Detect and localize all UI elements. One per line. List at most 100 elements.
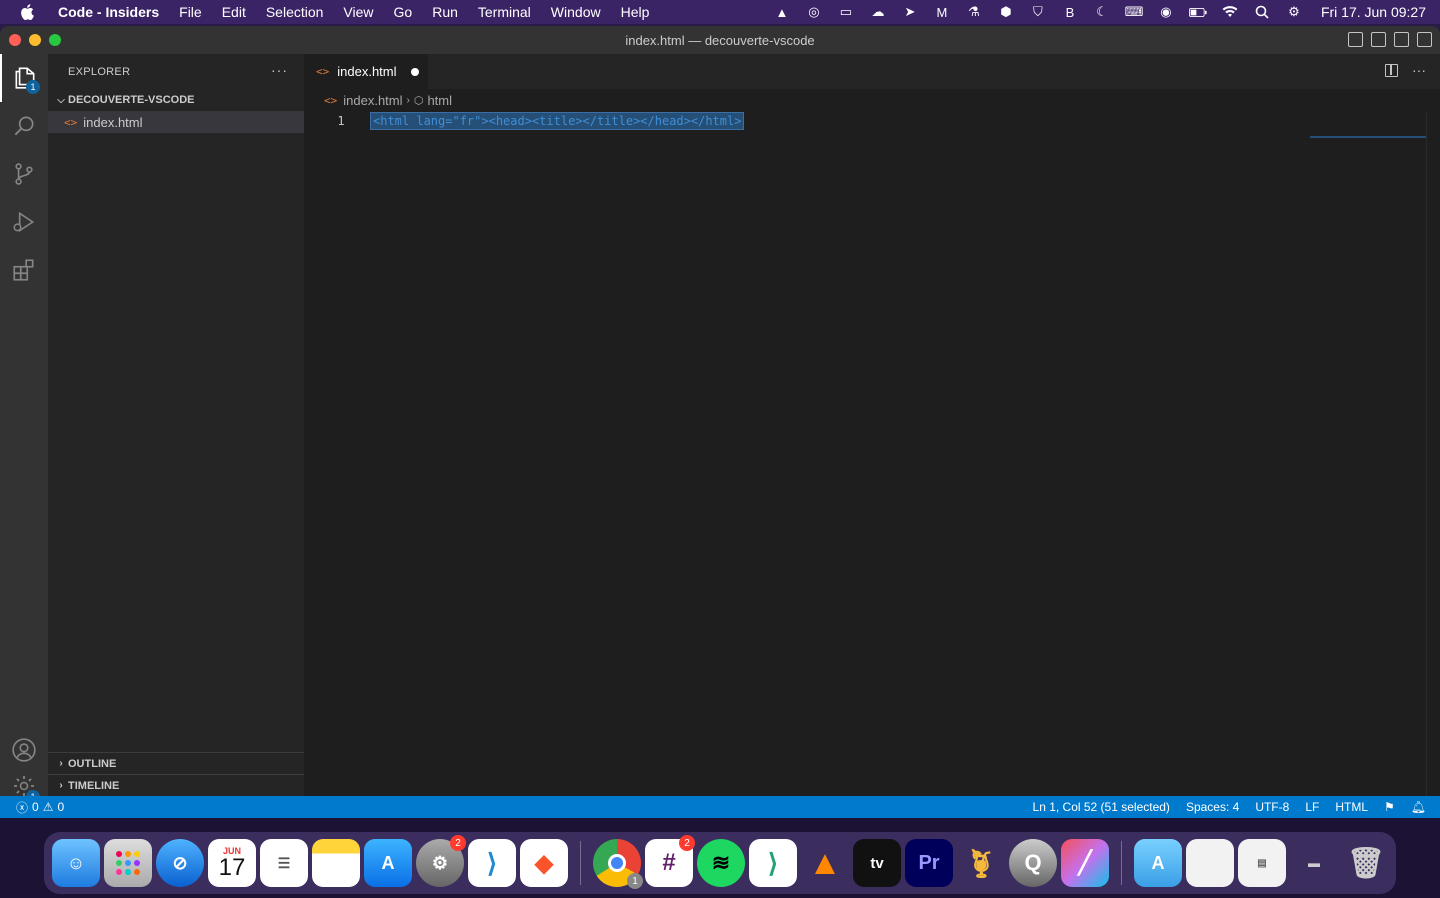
activity-run-debug[interactable]	[0, 198, 48, 246]
control-center-icon[interactable]: ⚙	[1285, 4, 1303, 20]
shield-icon[interactable]: ⛉	[1029, 4, 1047, 20]
menu-terminal[interactable]: Terminal	[478, 4, 531, 20]
cloud-icon[interactable]: ☁	[869, 4, 887, 20]
launchpad-icon[interactable]	[104, 839, 152, 887]
warning-count: 0	[57, 800, 65, 814]
slack-badge: 2	[679, 835, 695, 851]
menu-window[interactable]: Window	[551, 4, 601, 20]
app-menu-name[interactable]: Code - Insiders	[58, 4, 159, 20]
brave-icon[interactable]: ◆	[520, 839, 568, 887]
chrome-badge: 1	[627, 873, 643, 889]
paper-plane-icon[interactable]: ➤	[901, 4, 919, 20]
folder-section-header[interactable]: ⌵ DECOUVERTE-VSCODE	[48, 89, 304, 111]
menu-view[interactable]: View	[343, 4, 373, 20]
activity-explorer[interactable]: 1	[0, 54, 48, 102]
vlc-icon[interactable]: ▲	[801, 839, 849, 887]
feedback-icon[interactable]: ⚑	[1384, 800, 1395, 814]
tab-index-html[interactable]: <> index.html	[304, 54, 428, 89]
end-of-line[interactable]: LF	[1305, 800, 1319, 814]
chrome-window-icon[interactable]: ▬	[1290, 839, 1338, 887]
webp-file-icon[interactable]: ▤	[1238, 839, 1286, 887]
keyboard-icon[interactable]: ⌨	[1125, 4, 1144, 20]
system-preferences-badge: 2	[450, 835, 466, 851]
split-editor-icon[interactable]	[1385, 64, 1398, 77]
selected-text[interactable]: <html lang="fr"><head><title></title></h…	[370, 111, 745, 130]
problems-indicator[interactable]: ⓧ 0 ⚠ 0	[16, 799, 64, 816]
app-store-icon[interactable]: A	[364, 839, 412, 887]
applications-folder-icon[interactable]: A	[1134, 839, 1182, 887]
customize-layout-icon[interactable]	[1417, 32, 1432, 47]
battery-icon[interactable]	[1188, 4, 1207, 20]
more-actions-icon[interactable]: ···	[1412, 62, 1426, 78]
editor-scrollbar[interactable]	[1426, 111, 1440, 796]
creative-cloud-icon[interactable]: ◎	[805, 4, 823, 20]
chevron-right-icon: ›	[59, 758, 63, 769]
user-circle-icon[interactable]: ◉	[1157, 4, 1175, 20]
notifications-bell-icon[interactable]: 🔔︎	[1411, 800, 1426, 814]
file-tree-item[interactable]: <> index.html	[48, 111, 304, 133]
menu-help[interactable]: Help	[621, 4, 650, 20]
apple-tv-icon[interactable]: tv	[853, 839, 901, 887]
activity-manage[interactable]: 1	[0, 774, 48, 804]
menu-go[interactable]: Go	[394, 4, 413, 20]
zoom-window-button[interactable]	[49, 34, 61, 46]
hexagon-icon[interactable]: ⬢	[997, 4, 1015, 20]
trash-icon[interactable]: 🗑︎	[1342, 839, 1390, 887]
menu-file[interactable]: File	[179, 4, 202, 20]
calendar-icon[interactable]: JUN 17	[208, 839, 256, 887]
cursor-position[interactable]: Ln 1, Col 52 (51 selected)	[1033, 800, 1170, 814]
menu-selection[interactable]: Selection	[266, 4, 324, 20]
vscode-insiders-icon[interactable]: ⟩	[749, 839, 797, 887]
cocktail-app-icon[interactable]: 🍹︎	[957, 839, 1005, 887]
b-app-icon[interactable]: B	[1061, 4, 1079, 20]
unsaved-dot-icon[interactable]	[410, 67, 419, 76]
breadcrumb-file[interactable]: index.html	[343, 93, 402, 108]
code-text[interactable]: <html lang="fr"><head><title></title></h…	[370, 111, 745, 130]
activity-accounts[interactable]	[0, 726, 48, 774]
chrome-icon[interactable]: 1	[593, 839, 643, 889]
menu-edit[interactable]: Edit	[222, 4, 246, 20]
code-line[interactable]: 1 <html lang="fr"><head><title></title><…	[304, 111, 1440, 130]
breadcrumb-symbol[interactable]: html	[427, 93, 452, 108]
explorer-header: EXPLORER ···	[48, 54, 304, 89]
toggle-panel-icon[interactable]	[1371, 32, 1386, 47]
indentation[interactable]: Spaces: 4	[1186, 800, 1239, 814]
premiere-pro-icon[interactable]: Pr	[905, 839, 953, 887]
language-mode[interactable]: HTML	[1335, 800, 1368, 814]
spotify-icon[interactable]: ≋	[697, 839, 745, 887]
minimap-slider[interactable]	[1310, 136, 1426, 138]
safari-icon[interactable]: ⊘	[156, 839, 204, 887]
wifi-icon[interactable]	[1221, 4, 1239, 20]
timeline-section-header[interactable]: › TIMELINE	[48, 774, 304, 796]
calendar-day: 17	[218, 854, 246, 881]
notes-icon[interactable]	[312, 839, 360, 887]
reminders-icon[interactable]: ☰	[260, 839, 308, 887]
toggle-sidebar-icon[interactable]	[1348, 32, 1363, 47]
spotlight-search-icon[interactable]	[1253, 4, 1271, 20]
menubar-clock[interactable]: Fri 17. Jun 09:27	[1321, 4, 1426, 20]
moon-icon[interactable]: ☾	[1093, 4, 1111, 20]
finder-icon[interactable]: ☺	[52, 839, 100, 887]
system-preferences-icon[interactable]: ⚙ 2	[416, 835, 466, 887]
menu-run[interactable]: Run	[432, 4, 458, 20]
minimize-window-button[interactable]	[29, 34, 41, 46]
encoding[interactable]: UTF-8	[1255, 800, 1289, 814]
activity-search[interactable]	[0, 102, 48, 150]
feather-app-icon[interactable]: ╱	[1061, 839, 1109, 887]
flask-icon[interactable]: ⚗	[965, 4, 983, 20]
vlc-tray-icon[interactable]: ▲	[773, 4, 791, 20]
activity-source-control[interactable]	[0, 150, 48, 198]
close-window-button[interactable]	[9, 34, 21, 46]
activity-extensions[interactable]	[0, 246, 48, 294]
toggle-secondary-sidebar-icon[interactable]	[1394, 32, 1409, 47]
outline-section-header[interactable]: › OUTLINE	[48, 752, 304, 774]
vscode-icon[interactable]: ⟩	[468, 839, 516, 887]
quicktime-icon[interactable]: Q	[1009, 839, 1057, 887]
apple-icon[interactable]	[18, 3, 36, 21]
screen-icon[interactable]: ▭	[837, 4, 855, 20]
run-debug-icon	[13, 211, 35, 233]
slack-icon[interactable]: # 2	[645, 835, 695, 887]
document-stack-icon[interactable]	[1186, 839, 1234, 887]
explorer-more-actions[interactable]: ···	[271, 62, 288, 78]
m-app-icon[interactable]: M	[933, 4, 951, 20]
